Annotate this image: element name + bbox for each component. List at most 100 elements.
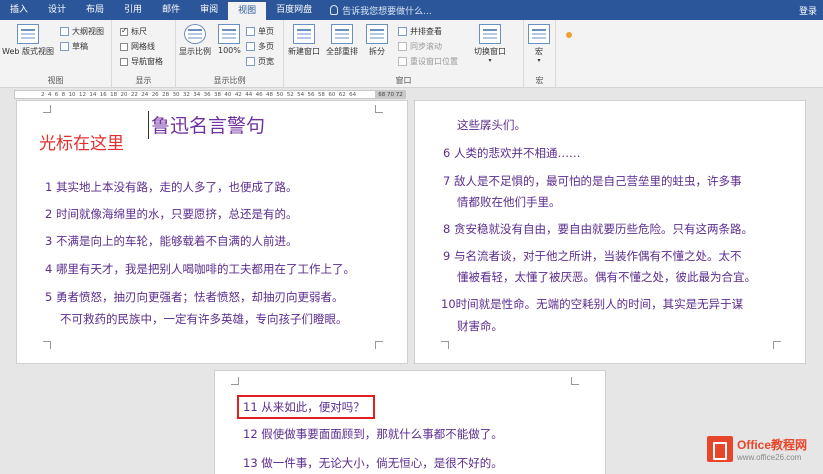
- outline-view-button[interactable]: 大纲视图: [60, 26, 104, 37]
- arrange-all-button[interactable]: 全部重排: [326, 24, 358, 57]
- arrange-all-label: 全部重排: [326, 47, 358, 56]
- tab-mailings[interactable]: 邮件: [152, 0, 190, 20]
- ruler-label: 标尺: [131, 27, 147, 36]
- ruler-tick: 38: [214, 91, 222, 98]
- tab-layout[interactable]: 布局: [76, 0, 114, 20]
- one-page-icon: [246, 27, 255, 36]
- document-page-2[interactable]: 这些孱头们。 6 人类的悲欢并不相通…… 7 敌人是不足惧的，最可怕的是自己营垒…: [414, 100, 806, 364]
- watermark-url: www.office26.com: [737, 453, 802, 462]
- quote-item[interactable]: 9 与名流者谈，对于他之所讲，当装作偶有不懂之处。太不: [443, 246, 741, 266]
- quote-item[interactable]: 6 人类的悲欢并不相通……: [443, 143, 580, 163]
- tab-view[interactable]: 视图: [228, 2, 267, 20]
- tab-baidu-netdisk[interactable]: 百度网盘: [266, 0, 322, 20]
- group-zoom: 显示比例 100% 单页 多页 页宽 显示比例: [176, 20, 284, 88]
- new-window-label: 新建窗口: [288, 47, 320, 56]
- macros-button[interactable]: 宏 ▾: [528, 24, 550, 64]
- margin-corner-mark: [375, 105, 383, 113]
- ruler-tick: 64: [349, 91, 357, 98]
- quote-continuation[interactable]: 不可救药的民族中，一定有许多英雄，专向孩子们瞪眼。: [60, 309, 348, 329]
- magnifier-icon: [184, 24, 206, 44]
- quote-text: 勇者愤怒，抽刃向更强者；怯者愤怒，却抽刃向更弱者。: [55, 290, 344, 304]
- quote-continuation[interactable]: 财害命。: [457, 316, 503, 336]
- side-by-side-button[interactable]: 并排查看: [398, 26, 442, 37]
- switch-window-button[interactable]: 切换窗口 ▾: [474, 24, 506, 64]
- ruler-tick: 20: [120, 91, 128, 98]
- page-width-label: 页宽: [258, 57, 274, 66]
- quote-number: 1: [45, 180, 53, 194]
- reset-window-position-button[interactable]: 重设窗口位置: [398, 56, 458, 67]
- outline-label: 大纲视图: [72, 27, 104, 36]
- quote-text: 假使做事要面面顾到，那就什么事都不能做了。: [261, 427, 503, 441]
- switch-window-dropdown-icon: ▾: [488, 57, 492, 64]
- quote-item[interactable]: 5 勇者愤怒，抽刃向更强者；怯者愤怒，却抽刃向更弱者。: [45, 287, 343, 307]
- ruler-tick: 50: [276, 91, 284, 98]
- tab-review[interactable]: 审阅: [190, 0, 228, 20]
- nav-pane-check-icon: [120, 57, 128, 66]
- group-show-label: 显示: [135, 76, 152, 85]
- tab-insert[interactable]: 插入: [0, 0, 38, 20]
- document-page-1[interactable]: 鲁迅名言警句 光标在这里 1 其实地上本没有路，走的人多了，也便成了路。 2 时…: [16, 100, 408, 364]
- quote-item[interactable]: 4 哪里有天才，我是把别人喝咖啡的工夫都用在了工作上了。: [45, 259, 355, 279]
- page-width-button[interactable]: 页宽: [246, 56, 274, 67]
- quote-text: 敌人是不足惧的，最可怕的是自己营垒里的蛀虫，许多事: [453, 174, 742, 188]
- draft-view-button[interactable]: 草稿: [60, 41, 88, 52]
- quote-continuation[interactable]: 情都败在他们手里。: [457, 192, 561, 212]
- quote-continuation[interactable]: 这些孱头们。: [457, 115, 526, 135]
- quote-item[interactable]: 8 贪安稳就没有自由，要自由就要历些危险。只有这两条路。: [443, 219, 753, 239]
- macros-dropdown-icon: ▾: [537, 57, 541, 64]
- margin-corner-mark: [43, 105, 51, 113]
- one-page-button[interactable]: 单页: [246, 26, 274, 37]
- web-layout-button[interactable]: Web 版式视图: [2, 24, 54, 57]
- ruler-tick: 28: [162, 91, 170, 98]
- web-layout-label: Web 版式视图: [2, 47, 54, 56]
- multi-page-label: 多页: [258, 42, 274, 51]
- tab-design[interactable]: 设计: [38, 0, 76, 20]
- switch-window-label: 切换窗口: [474, 47, 506, 56]
- zoom-label: 显示比例: [179, 47, 211, 56]
- zoom-button[interactable]: 显示比例: [179, 24, 211, 57]
- side-by-side-label: 并排查看: [410, 27, 442, 36]
- quote-item[interactable]: 1 其实地上本没有路，走的人多了，也便成了路。: [45, 177, 297, 197]
- zoom-100-icon: [218, 24, 241, 44]
- quote-item[interactable]: 7 敌人是不足惧的，最可怕的是自己营垒里的蛀虫，许多事: [443, 171, 741, 191]
- ruler-tick: 42: [234, 91, 242, 98]
- new-window-button[interactable]: 新建窗口: [288, 24, 320, 57]
- quote-item[interactable]: 2 时间就像海绵里的水，只要愿挤，总还是有的。: [45, 204, 297, 224]
- quote-item[interactable]: 12 假使做事要面面顾到，那就什么事都不能做了。: [243, 424, 503, 444]
- quote-number: 7: [443, 174, 451, 188]
- quote-number: 5: [45, 290, 53, 304]
- tell-me-search[interactable]: 告诉我您想要做什么...: [330, 4, 432, 17]
- multi-page-button[interactable]: 多页: [246, 41, 274, 52]
- margin-corner-mark: [773, 341, 781, 349]
- ruler-tick: 44: [245, 91, 253, 98]
- ruler-tick: 12: [78, 91, 86, 98]
- tab-references[interactable]: 引用: [114, 0, 152, 20]
- ruler-tick: 36: [203, 91, 211, 98]
- ruler-tick: 14: [89, 91, 97, 98]
- split-button[interactable]: 拆分: [366, 24, 388, 57]
- quote-item[interactable]: 13 做一件事，无论大小，倘无恒心，是很不好的。: [243, 453, 503, 473]
- reset-position-icon: [398, 57, 407, 66]
- ruler-tick: 58: [317, 91, 325, 98]
- gridlines-checkbox[interactable]: 网格线: [120, 41, 155, 52]
- zoom-100-button[interactable]: 100%: [218, 24, 241, 55]
- group-window-label: 窗口: [395, 76, 412, 85]
- quote-text: 人类的悲欢并不相通……: [453, 146, 581, 160]
- zoom-100-label: 100%: [218, 46, 241, 55]
- horizontal-ruler[interactable]: 2 4 6 8 10 12 14 16 18 20 22 24 26 28 30 32 34 36 38 40 42 44…: [0, 88, 823, 100]
- sync-scroll-button[interactable]: 同步滚动: [398, 41, 442, 52]
- ruler-checkbox[interactable]: 标尺: [120, 26, 147, 37]
- document-page-3[interactable]: 11 从来如此，便对吗？ 12 假使做事要面面顾到，那就什么事都不能做了。 13…: [214, 370, 606, 474]
- quote-continuation[interactable]: 懂被看轻，太懂了被厌恶。偶有不懂之处，彼此最为合宜。: [457, 267, 756, 287]
- margin-corner-mark: [43, 341, 51, 349]
- addin-icon[interactable]: [566, 32, 572, 38]
- site-watermark: Office教程网 www.office26.com: [707, 436, 807, 462]
- ruler-tick: 22: [130, 91, 138, 98]
- quote-item[interactable]: 3 不满是向上的车轮，能够载着不自满的人前进。: [45, 231, 297, 251]
- gridlines-label: 网格线: [131, 42, 155, 51]
- login-button[interactable]: 登录: [799, 4, 823, 17]
- quote-item[interactable]: 10时间就是性命。无端的空耗别人的时间，其实是无异于谋: [441, 294, 743, 314]
- ruler-tick: 18: [110, 91, 118, 98]
- document-title[interactable]: 鲁迅名言警句: [151, 111, 265, 138]
- nav-pane-checkbox[interactable]: 导航窗格: [120, 56, 163, 67]
